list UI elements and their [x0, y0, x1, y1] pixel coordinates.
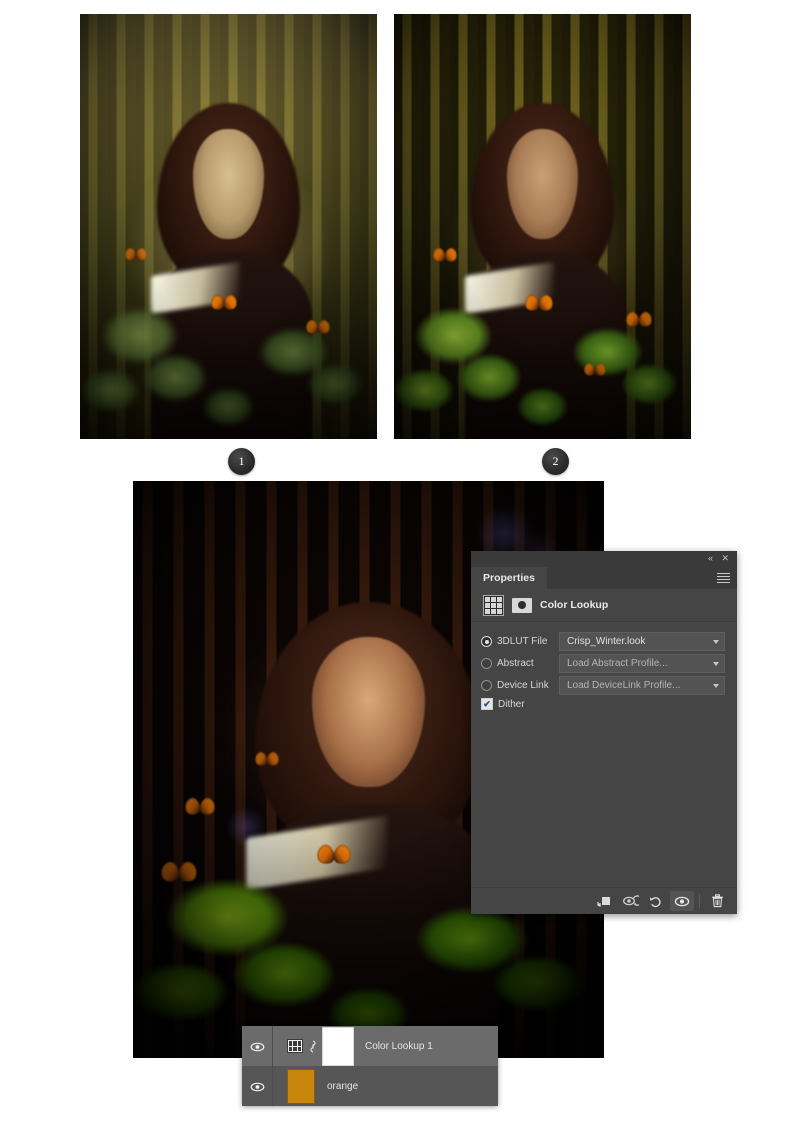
adjustment-header: Color Lookup [471, 589, 737, 622]
table-row[interactable]: orange [242, 1066, 498, 1106]
eye-icon [250, 1082, 265, 1091]
toggle-visibility-button[interactable] [670, 891, 694, 911]
checkbox-dither[interactable]: ✔ Dither [481, 698, 725, 710]
radio-device-link-label: Device Link [497, 680, 549, 691]
tutorial-image-2 [394, 14, 691, 439]
delete-adjustment-button[interactable] [705, 891, 729, 911]
chevron-down-icon [713, 661, 719, 666]
layer-content: Color Lookup 1 [273, 1026, 433, 1066]
layer-mask-icon[interactable] [512, 597, 532, 613]
layer-visibility-toggle[interactable] [242, 1066, 273, 1106]
tutorial-image-1 [80, 14, 377, 439]
adjustment-body: 3DLUT File Crisp_Winter.look Abstract Lo… [471, 622, 737, 710]
color-lookup-grid-icon [483, 594, 504, 616]
panel-menu-icon[interactable] [717, 573, 730, 583]
toolbar-divider [699, 894, 700, 908]
layer-name: orange [327, 1080, 359, 1092]
radio-abstract-indicator [481, 658, 492, 669]
collapse-double-chevron-icon[interactable]: « [708, 554, 713, 563]
radio-3dlut-file-label: 3DLUT File [497, 636, 548, 647]
clip-to-layer-icon [596, 896, 610, 907]
select-devicelink-profile-value: Load DeviceLink Profile... [567, 680, 681, 691]
white-layer-mask-thumbnail[interactable] [322, 1026, 354, 1066]
chevron-down-icon [713, 683, 719, 688]
select-abstract-profile-value: Load Abstract Profile... [567, 658, 668, 669]
trash-icon [711, 894, 723, 908]
checkbox-dither-label: Dither [498, 698, 525, 710]
checkbox-dither-box: ✔ [481, 698, 493, 710]
close-icon[interactable]: ✕ [721, 554, 729, 563]
reset-button[interactable] [644, 891, 668, 911]
table-row[interactable]: Color Lookup 1 [242, 1026, 498, 1066]
page-title: Color Lookup [540, 599, 609, 611]
solid-color-thumbnail[interactable] [287, 1068, 315, 1104]
properties-panel: « ✕ Properties Color Lookup 3DLUT File C… [471, 551, 737, 914]
color-lookup-grid-thumbnail[interactable] [287, 1039, 303, 1053]
radio-3dlut-file[interactable]: 3DLUT File [481, 636, 559, 647]
eye-icon [250, 1042, 265, 1051]
link-chain-icon[interactable] [309, 1039, 317, 1053]
photo2-vignette [394, 14, 691, 439]
chevron-down-icon [713, 639, 719, 644]
radio-abstract-label: Abstract [497, 658, 534, 669]
eye-icon [674, 896, 690, 906]
step-badge-2: 2 [542, 448, 569, 475]
tab-properties[interactable]: Properties [471, 567, 547, 589]
select-3dlut-file-value: Crisp_Winter.look [567, 636, 646, 647]
radio-3dlut-file-indicator [481, 636, 492, 647]
radio-device-link-indicator [481, 680, 492, 691]
layers-panel: Color Lookup 1 orange [242, 1026, 498, 1106]
select-3dlut-file[interactable]: Crisp_Winter.look [559, 632, 725, 651]
layer-visibility-toggle[interactable] [242, 1026, 273, 1066]
option-row-abstract: Abstract Load Abstract Profile... [481, 654, 725, 673]
layer-name: Color Lookup 1 [365, 1040, 433, 1052]
previous-state-eye-icon [622, 894, 639, 906]
select-abstract-profile[interactable]: Load Abstract Profile... [559, 654, 725, 673]
view-previous-state-button[interactable] [618, 891, 642, 911]
panel-tab-row: Properties [471, 567, 737, 589]
panel-footer-toolbar [471, 887, 737, 914]
tab-properties-label: Properties [483, 572, 535, 584]
photo1-vignette [80, 14, 377, 439]
option-row-device-link: Device Link Load DeviceLink Profile... [481, 676, 725, 695]
radio-device-link[interactable]: Device Link [481, 680, 559, 691]
clip-to-layer-button[interactable] [592, 891, 616, 911]
reset-arrow-icon [650, 896, 661, 907]
layer-content: orange [273, 1068, 359, 1104]
panel-titlebar: « ✕ [471, 551, 737, 567]
radio-abstract[interactable]: Abstract [481, 658, 559, 669]
step-badge-1: 1 [228, 448, 255, 475]
option-row-3dlut: 3DLUT File Crisp_Winter.look [481, 632, 725, 651]
select-devicelink-profile[interactable]: Load DeviceLink Profile... [559, 676, 725, 695]
